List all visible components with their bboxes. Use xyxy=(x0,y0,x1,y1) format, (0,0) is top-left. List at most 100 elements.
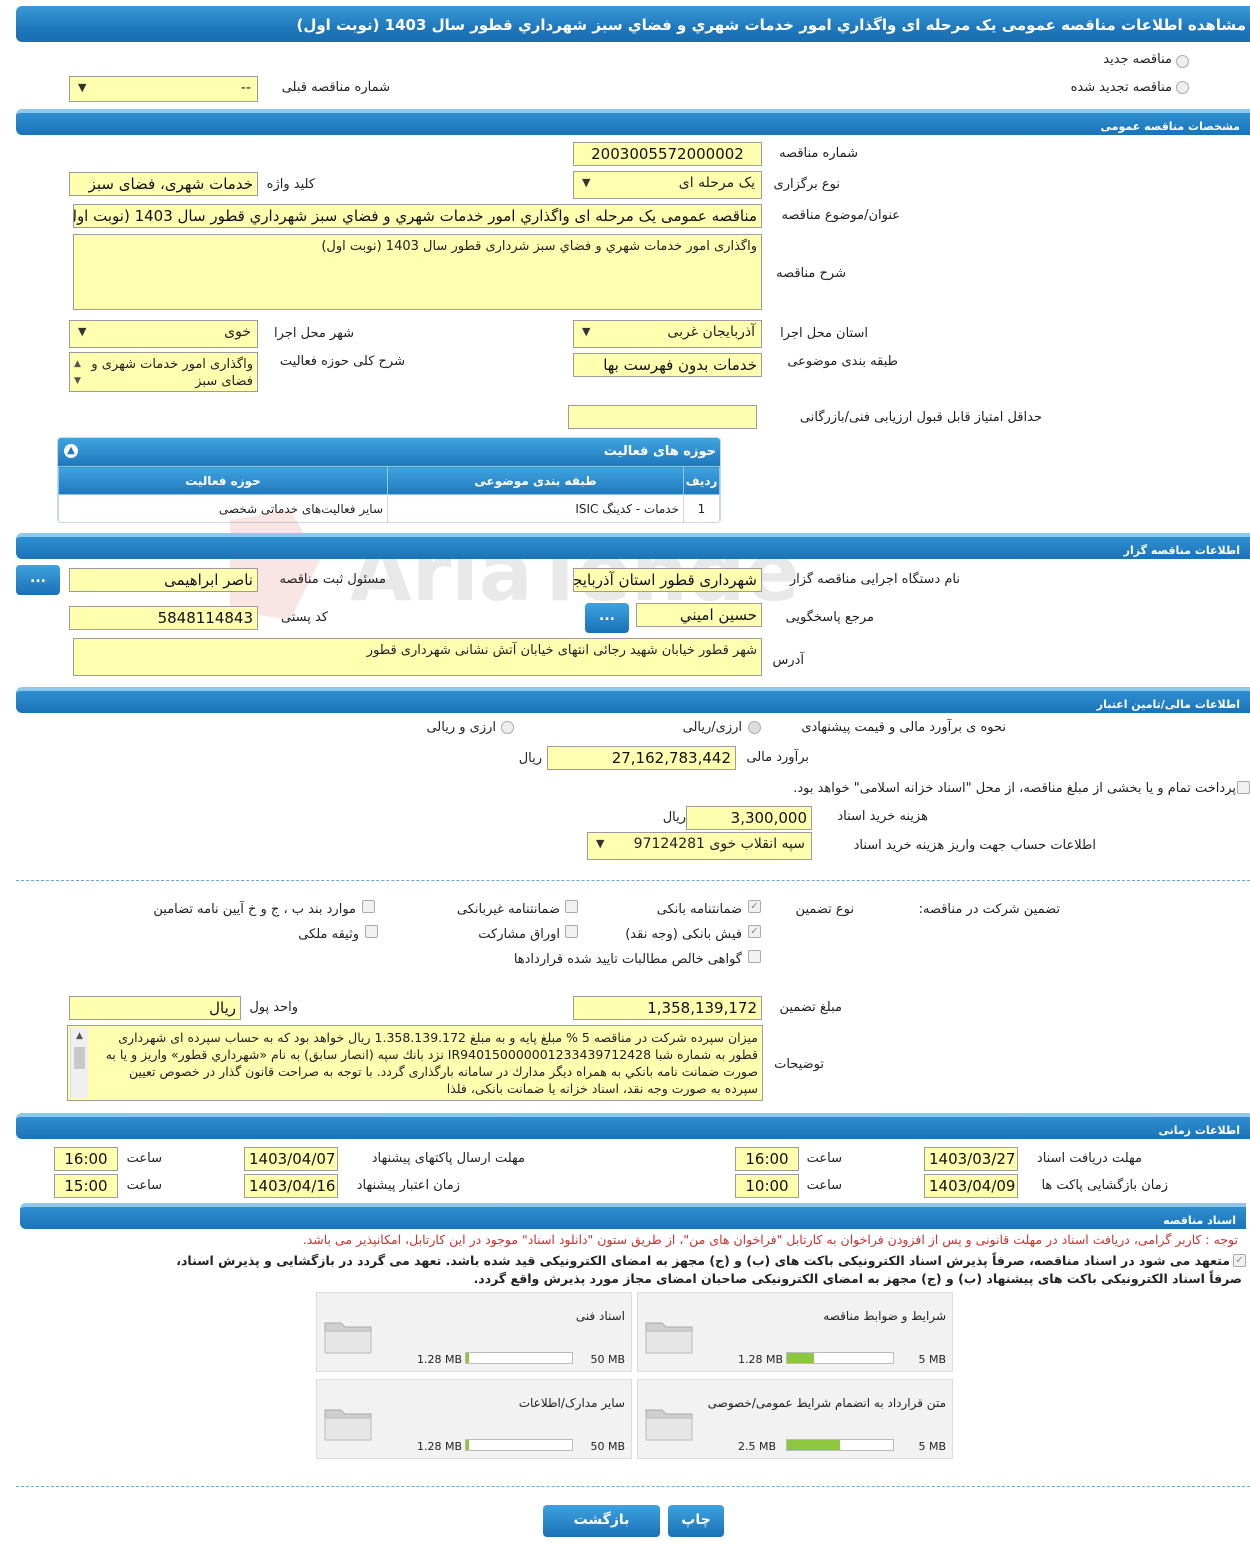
radio-rial[interactable] xyxy=(748,721,761,734)
cash-receipt-checkbox[interactable]: ✓ xyxy=(748,925,761,938)
col-scope-header: حوزه فعالیت xyxy=(58,466,388,495)
nonbank-guarantee-checkbox[interactable] xyxy=(565,900,578,913)
account-label: اطلاعات حساب جهت واریز هزینه خرید اسناد xyxy=(853,838,1096,853)
radio-new-tender[interactable] xyxy=(1176,55,1189,68)
col-row-header: ردیف xyxy=(683,466,720,495)
time-label: ساعت xyxy=(126,1178,162,1193)
notes-scrollbar[interactable]: ▲▼ xyxy=(70,1028,88,1098)
holding-type-select[interactable]: یک مرحله ای ▼ xyxy=(573,171,762,199)
currency-unit-field: ریال xyxy=(69,996,241,1020)
divider xyxy=(16,880,1250,881)
opening-date-field: 1403/04/09 xyxy=(924,1174,1018,1198)
col-category-header: طبقه بندی موضوعی xyxy=(387,466,684,495)
prev-number-select[interactable]: -- ▼ xyxy=(69,76,258,102)
tender-number-field: 2003005572000002 xyxy=(573,142,762,166)
section-finance-header: اطلاعات مالی/تامین اعتبار xyxy=(16,687,1250,713)
doc-file-size: 2.5 MB xyxy=(738,1440,777,1453)
commitment-line-1: متعهد می شود در اسناد مناقصه، صرفاً پذیر… xyxy=(176,1253,1230,1268)
receive-date-field: 1403/03/27 xyxy=(924,1147,1018,1171)
send-time-field: 16:00 xyxy=(54,1147,118,1171)
regulation-items-label: موارد بند ب ، ج و خ آیین نامه تضامین xyxy=(153,902,356,917)
ref-lookup-button[interactable]: ... xyxy=(585,603,629,633)
doc-file-card[interactable]: شرایط و ضوابط مناقصه 1.28 MB 5 MB xyxy=(637,1292,953,1372)
estimate-label: برآورد مالی xyxy=(746,750,809,765)
commitment-checkbox[interactable]: ✓ xyxy=(1233,1254,1246,1267)
regulation-items-checkbox[interactable] xyxy=(362,900,375,913)
ref-label: مرجع پاسخگویی xyxy=(785,610,874,625)
account-select[interactable]: سپه انقلاب خوی 97124281 ▼ xyxy=(587,832,812,860)
activity-table: ردیف طبقه بندی موضوعی حوزه فعالیت 1 خدمات -… xyxy=(58,466,720,522)
folder-icon xyxy=(324,1322,372,1354)
org-label: نام دستگاه اجرایی مناقصه گزار xyxy=(789,572,960,587)
doc-file-bar xyxy=(465,1352,573,1364)
property-collateral-checkbox[interactable] xyxy=(365,925,378,938)
page-title: مشاهده اطلاعات مناقصه عمومی یک مرحله ای … xyxy=(16,6,1250,42)
doc-file-bar xyxy=(786,1352,894,1364)
bonds-checkbox[interactable] xyxy=(565,925,578,938)
doc-file-card[interactable]: متن قرارداد به انضمام شرایط عمومی/خصوصی … xyxy=(637,1379,953,1459)
folder-icon xyxy=(324,1409,372,1441)
receive-deadline-label: مهلت دریافت اسناد xyxy=(1036,1151,1142,1166)
row-number: 1 xyxy=(683,494,720,522)
bank-guarantee-label: ضمانتنامه بانکی xyxy=(656,902,742,917)
bank-guarantee-checkbox[interactable]: ✓ xyxy=(748,900,761,913)
resp-label: مسئول ثبت مناقصه xyxy=(279,572,386,587)
doc-file-max: 50 MB xyxy=(590,1353,625,1366)
doc-file-bar xyxy=(465,1439,573,1451)
chevron-down-icon: ▼ xyxy=(582,176,591,189)
description-textarea: واگذاری امور خدمات شهري و فضاي سبز شردار… xyxy=(73,234,762,310)
activity-panel-header: حوزه های فعالیت ▲ xyxy=(58,438,720,466)
chevron-down-icon: ▼ xyxy=(582,325,591,338)
download-notice: توجه : کاربر گرامی، دریافت اسناد در مهلت… xyxy=(302,1232,1238,1247)
time-label: ساعت xyxy=(126,1151,162,1166)
bonds-label: اوراق مشارکت xyxy=(478,927,560,942)
doc-file-fill xyxy=(466,1440,469,1450)
guarantee-type-label: نوع تضمین xyxy=(795,902,854,917)
chevron-down-icon: ▼ xyxy=(78,325,87,338)
commitment-line-2: صرفاً اسناد الکترونیکی باکت های پیشنهاد … xyxy=(473,1271,1242,1286)
radio-new-label: مناقصه جدید xyxy=(1103,52,1172,67)
scroll-arrows-icon[interactable]: ▲ ▼ xyxy=(74,356,81,390)
doc-fee-unit: ریال xyxy=(662,810,686,825)
opening-time-label: زمان بازگشایی پاکت ها xyxy=(1041,1178,1168,1193)
doc-file-card[interactable]: اسناد فنی 1.28 MB 50 MB xyxy=(316,1292,632,1372)
min-score-label: حداقل امتیاز قابل قبول ارزیابی فنی/بازرگ… xyxy=(799,410,1042,425)
prev-number-label: شماره مناقصه قبلی xyxy=(281,80,390,95)
radio-renewed-label: مناقصه تجدید شده xyxy=(1070,80,1172,95)
doc-file-card[interactable]: سایر مدارک/اطلاعات 1.28 MB 50 MB xyxy=(316,1379,632,1459)
ref-field: حسين اميني xyxy=(636,603,762,627)
doc-file-max: 5 MB xyxy=(918,1353,946,1366)
claims-certificate-checkbox[interactable] xyxy=(748,950,761,963)
treasury-checkbox[interactable] xyxy=(1237,781,1250,794)
subject-field: مناقصه عمومی یک مرحله ای واگذاري امور خد… xyxy=(73,204,762,228)
doc-file-size: 1.28 MB xyxy=(417,1440,463,1453)
province-select[interactable]: آذربایجان غربی ▼ xyxy=(573,320,762,348)
section-timing-header: اطلاعات زمانی xyxy=(16,1113,1250,1139)
claims-certificate-label: گواهی خالص مطالبات تایید شده قراردادها xyxy=(513,952,742,967)
print-button[interactable]: چاپ xyxy=(668,1505,724,1537)
city-select[interactable]: خوی ▼ xyxy=(69,320,258,348)
back-button[interactable]: بازگشت xyxy=(543,1505,660,1537)
doc-file-max: 5 MB xyxy=(918,1440,946,1453)
notes-label: توضیحات xyxy=(774,1057,824,1072)
divider xyxy=(16,1486,1250,1487)
collapse-icon[interactable]: ▲ xyxy=(64,444,78,458)
doc-file-fill xyxy=(787,1353,814,1363)
folder-icon xyxy=(645,1409,693,1441)
doc-fee-label: هزینه خرید اسناد xyxy=(837,809,928,824)
radio-currency-rial[interactable] xyxy=(501,721,514,734)
resp-field: ناصر ابراهیمی xyxy=(69,568,258,592)
radio-renewed-tender[interactable] xyxy=(1176,81,1189,94)
validity-time-field: 15:00 xyxy=(54,1174,118,1198)
org-field: شهرداری قطور استان آذربایجان غربی xyxy=(573,568,762,592)
doc-file-size: 1.28 MB xyxy=(417,1353,463,1366)
category-label: طبقه بندی موضوعی xyxy=(787,354,898,369)
doc-file-name: متن قرارداد به انضمام شرایط عمومی/خصوصی xyxy=(707,1396,946,1410)
postal-label: کد پستی xyxy=(280,610,328,625)
resp-lookup-button[interactable]: ... xyxy=(16,565,60,595)
validity-date-field: 1403/04/16 xyxy=(244,1174,338,1198)
guarantee-amount-field: 1,358,139,172 xyxy=(573,996,762,1020)
treasury-label: پرداخت تمام و یا بخشی از مبلغ مناقصه، از… xyxy=(793,781,1236,796)
notes-textarea: میزان سپرده شرکت در مناقصه 5 % مبلغ پایه… xyxy=(67,1025,763,1101)
receive-time-field: 16:00 xyxy=(735,1147,799,1171)
